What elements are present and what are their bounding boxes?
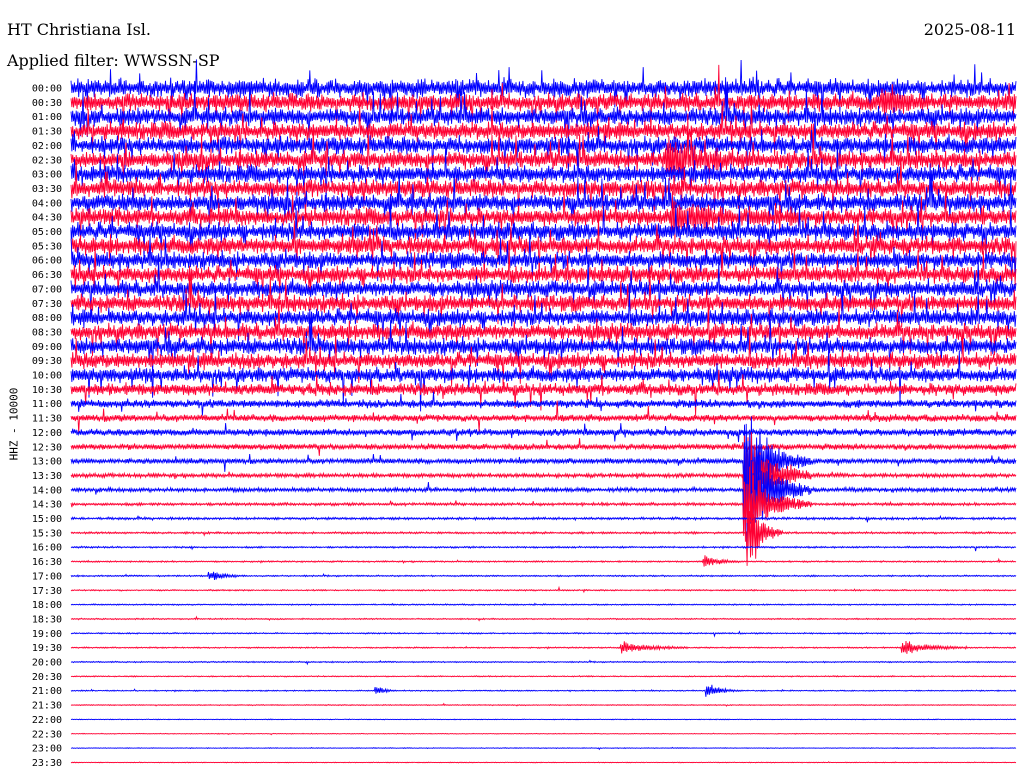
time-label: 18:30 — [32, 614, 62, 625]
trace-line — [70, 659, 1017, 666]
time-label: 04:00 — [32, 198, 62, 209]
time-label: 01:00 — [32, 112, 62, 123]
trace-line — [70, 718, 1017, 721]
time-labels: 00:00 00:30 01:00 01:30 02:00 02:30 03:00 03:30… — [32, 84, 62, 769]
time-label: 03:00 — [32, 170, 62, 181]
trace-line — [70, 571, 1017, 581]
time-label: 00:30 — [32, 98, 62, 109]
trace-line — [70, 423, 1017, 443]
time-label: 23:00 — [32, 744, 62, 755]
time-label: 04:30 — [32, 213, 62, 224]
time-label: 01:30 — [32, 127, 62, 138]
trace-line — [70, 501, 1017, 566]
trace-line — [70, 746, 1017, 751]
time-label: 06:00 — [32, 256, 62, 267]
time-label: 08:00 — [32, 313, 62, 324]
time-label: 14:00 — [32, 485, 62, 496]
trace-line — [70, 640, 1017, 654]
time-label: 02:00 — [32, 141, 62, 152]
helicorder-plot: 00:00 00:30 01:00 01:30 02:00 02:30 03:00 03:30… — [32, 59, 1017, 769]
trace-line — [70, 438, 1017, 456]
trace-line — [70, 674, 1017, 678]
time-label: 09:30 — [32, 356, 62, 367]
time-label: 11:00 — [32, 399, 62, 410]
trace-line — [70, 545, 1017, 552]
time-label: 22:30 — [32, 729, 62, 740]
time-label: 07:00 — [32, 284, 62, 295]
trace-line — [70, 615, 1017, 622]
time-label: 14:30 — [32, 500, 62, 511]
trace-line — [70, 702, 1017, 707]
time-label: 16:00 — [32, 543, 62, 554]
time-label: 15:00 — [32, 514, 62, 525]
trace-line — [70, 602, 1017, 607]
time-label: 17:30 — [32, 586, 62, 597]
time-label: 11:30 — [32, 414, 62, 425]
time-label: 05:00 — [32, 227, 62, 238]
time-label: 06:30 — [32, 270, 62, 281]
trace-line — [70, 684, 1017, 697]
time-label: 19:30 — [32, 643, 62, 654]
time-label: 13:30 — [32, 471, 62, 482]
time-label: 20:30 — [32, 672, 62, 683]
time-label: 22:00 — [32, 715, 62, 726]
trace-line — [70, 732, 1017, 736]
time-label: 08:30 — [32, 327, 62, 338]
trace-line — [70, 585, 1017, 594]
time-label: 19:00 — [32, 629, 62, 640]
time-label: 02:30 — [32, 155, 62, 166]
trace-lines — [70, 59, 1017, 764]
time-label: 13:00 — [32, 457, 62, 468]
time-label: 16:30 — [32, 557, 62, 568]
time-label: 17:00 — [32, 571, 62, 582]
trace-line — [70, 514, 1017, 523]
trace-line — [70, 630, 1017, 638]
trace-line — [70, 64, 1017, 135]
trace-line — [70, 761, 1017, 764]
time-label: 12:30 — [32, 442, 62, 453]
time-label: 12:00 — [32, 428, 62, 439]
time-label: 07:30 — [32, 299, 62, 310]
time-label: 21:30 — [32, 701, 62, 712]
time-label: 09:00 — [32, 342, 62, 353]
time-label: 20:00 — [32, 658, 62, 669]
time-label: 15:30 — [32, 528, 62, 539]
time-label: 03:30 — [32, 184, 62, 195]
trace-line — [70, 555, 1017, 567]
time-label: 23:30 — [32, 758, 62, 769]
time-label: 18:00 — [32, 600, 62, 611]
time-label: 21:00 — [32, 686, 62, 697]
time-label: 05:30 — [32, 241, 62, 252]
time-label: 10:30 — [32, 385, 62, 396]
time-label: 00:00 — [32, 84, 62, 95]
time-label: 10:00 — [32, 371, 62, 382]
